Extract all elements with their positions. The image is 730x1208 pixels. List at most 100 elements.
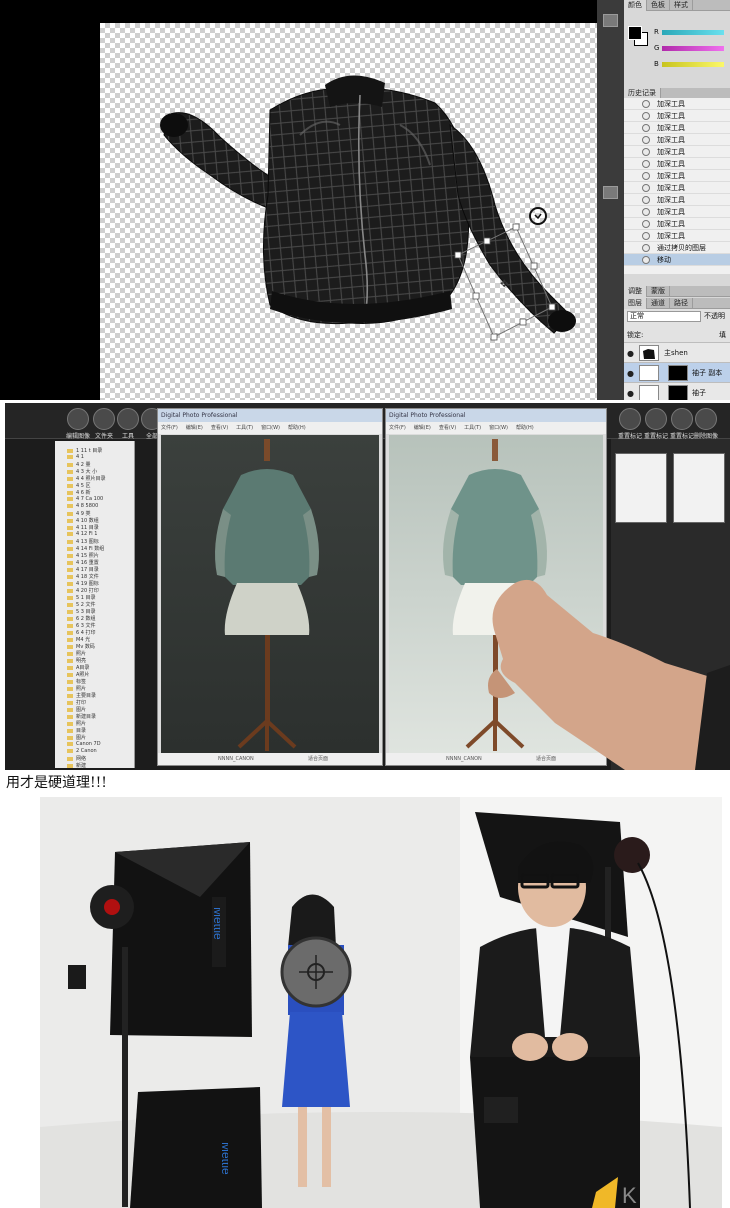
reset-mark-button[interactable] <box>671 408 693 430</box>
transform-bounding-box[interactable]: ✥ <box>450 223 560 343</box>
menu-help[interactable]: 帮助(H) <box>516 425 534 431</box>
folder-tree-item[interactable]: 4 3 大 小 <box>67 468 97 475</box>
thumbnail[interactable] <box>673 453 725 523</box>
layer-row[interactable]: ● 主shen <box>624 342 730 362</box>
menu-help[interactable]: 帮助(H) <box>288 425 306 431</box>
tab-paths[interactable]: 路径 <box>670 298 693 309</box>
folder-tree-item[interactable]: 4 14 Fi 数组 <box>67 545 104 552</box>
history-item-selected[interactable]: 移动 <box>624 254 730 266</box>
folder-tree-item[interactable]: 1 11 t 目录 <box>67 447 102 454</box>
history-item[interactable]: 加深工具 <box>624 122 730 134</box>
folder-tree-item[interactable]: 图片 <box>67 706 86 713</box>
folder-tree-item[interactable]: 新建目录 <box>67 713 96 720</box>
tab-styles[interactable]: 样式 <box>670 0 693 11</box>
visibility-eye-icon[interactable]: ● <box>627 389 634 398</box>
folder-tree-item[interactable]: 2 Canon <box>67 748 97 754</box>
g-slider[interactable] <box>662 46 724 51</box>
folder-tree-item[interactable]: 4 5 区 <box>67 482 91 489</box>
menu-edit[interactable]: 编辑(E) <box>186 425 203 431</box>
menu-view[interactable]: 查看(V) <box>439 425 456 431</box>
folder-tree-item[interactable]: 4 10 数组 <box>67 517 99 524</box>
tab-channels[interactable]: 通道 <box>647 298 670 309</box>
history-item[interactable]: 加深工具 <box>624 206 730 218</box>
delete-image-button[interactable] <box>695 408 717 430</box>
folder-tree-item[interactable]: 打印 <box>67 699 86 706</box>
menu-file[interactable]: 文件(F) <box>161 425 178 431</box>
document-window[interactable]: ✥ <box>100 0 597 400</box>
folder-tree-item[interactable]: 4 13 图标 <box>67 538 99 545</box>
folder-tree-item[interactable]: 6 4 打印 <box>67 629 96 636</box>
tab-color[interactable]: 颜色 <box>624 0 647 11</box>
folder-tree-item[interactable]: 明亮 <box>67 657 86 664</box>
folder-tree-item[interactable]: 5 1 目录 <box>67 594 96 601</box>
visibility-eye-icon[interactable]: ● <box>627 349 634 358</box>
folder-tree-item[interactable]: 6 3 文件 <box>67 622 96 629</box>
menu-tools[interactable]: 工具(T) <box>236 425 253 431</box>
folder-tree-item[interactable]: 目录 <box>67 727 86 734</box>
history-item[interactable]: 加深工具 <box>624 110 730 122</box>
folder-tree-item[interactable]: M4 光 <box>67 636 90 643</box>
folder-tree-item[interactable]: 照片 <box>67 685 86 692</box>
layer-row-selected[interactable]: ● 袖子 副本 <box>624 362 730 382</box>
history-item[interactable]: 通过拷贝的图层 <box>624 242 730 254</box>
blend-mode-select[interactable]: 正常 <box>627 311 701 322</box>
folder-tree-item[interactable]: Mv 数码 <box>67 643 95 650</box>
visibility-eye-icon[interactable]: ● <box>627 369 634 378</box>
folder-tree-item[interactable]: 4 18 文件 <box>67 573 99 580</box>
tab-layers[interactable]: 图层 <box>624 298 647 309</box>
folder-tree-item[interactable]: 照片 <box>67 720 86 727</box>
history-item[interactable]: 加深工具 <box>624 158 730 170</box>
tab-swatches[interactable]: 色板 <box>647 0 670 11</box>
folder-tree-item[interactable]: 4 19 图标 <box>67 580 99 587</box>
history-item[interactable]: 加深工具 <box>624 98 730 110</box>
folder-tree-item[interactable]: 5 2 文件 <box>67 601 96 608</box>
tab-adjustments[interactable]: 调整 <box>624 286 647 297</box>
menu-window[interactable]: 窗口(W) <box>489 425 508 431</box>
folder-tree-item[interactable]: 照片 <box>67 650 86 657</box>
menu-edit[interactable]: 编辑(E) <box>414 425 431 431</box>
menu-window[interactable]: 窗口(W) <box>261 425 280 431</box>
folder-tree-item[interactable]: 网络 <box>67 755 86 762</box>
menu-tools[interactable]: 工具(T) <box>464 425 481 431</box>
folder-tree-item[interactable]: 4 16 重置 <box>67 559 99 566</box>
tools-button[interactable] <box>117 408 139 430</box>
transparent-canvas[interactable]: ✥ <box>100 23 597 400</box>
folder-tree-item[interactable]: 4 9 类 <box>67 510 91 517</box>
folder-tree-item[interactable]: 4 20 打印 <box>67 587 99 594</box>
folder-tree-item[interactable]: 4 7 Ca 100 <box>67 496 103 502</box>
folder-tree-item[interactable]: 5 3 目录 <box>67 608 96 615</box>
folder-tree-item[interactable]: 标签 <box>67 678 86 685</box>
folder-tree-item[interactable]: 4 6 新 <box>67 489 91 496</box>
b-slider[interactable] <box>662 62 724 67</box>
history-item[interactable]: 加深工具 <box>624 182 730 194</box>
folder-tree-item[interactable]: 4 11 目录 <box>67 524 99 531</box>
history-item[interactable]: 加深工具 <box>624 170 730 182</box>
history-item[interactable]: 加深工具 <box>624 134 730 146</box>
folder-button[interactable] <box>93 408 115 430</box>
r-slider[interactable] <box>662 30 724 35</box>
reset-mark-button[interactable] <box>619 408 641 430</box>
layer-row[interactable]: ● 袖子 <box>624 382 730 400</box>
folder-tree-item[interactable]: A照片 <box>67 671 89 678</box>
folder-tree-item[interactable]: 4 17 目录 <box>67 566 99 573</box>
foreground-color-swatch[interactable] <box>628 26 642 40</box>
reset-mark-button[interactable] <box>645 408 667 430</box>
dpp-window-original[interactable]: Digital Photo Professional 文件(F) 编辑(E) 查看(… <box>157 408 383 766</box>
history-item[interactable]: 加深工具 <box>624 218 730 230</box>
folder-tree-item[interactable]: 4 4 照片目录 <box>67 475 106 482</box>
history-item[interactable]: 加深工具 <box>624 230 730 242</box>
folder-tree-item[interactable]: 主要目录 <box>67 692 96 699</box>
layer-mask-thumbnail[interactable] <box>668 385 688 400</box>
tab-masks[interactable]: 蒙版 <box>647 286 670 297</box>
folder-tree-item[interactable]: Canon 7D <box>67 741 101 747</box>
folder-tree-item[interactable]: 4 1 <box>67 454 84 460</box>
folder-tree-item[interactable]: 4 8 5800 <box>67 503 98 509</box>
folder-tree-item[interactable]: 6 2 数组 <box>67 615 96 622</box>
menu-view[interactable]: 查看(V) <box>211 425 228 431</box>
folder-tree-item[interactable]: 4 15 照片 <box>67 552 99 559</box>
folder-tree-item[interactable]: 图片 <box>67 734 86 741</box>
history-panel-icon[interactable] <box>603 186 618 199</box>
history-item[interactable]: 加深工具 <box>624 146 730 158</box>
folder-tree-item[interactable]: 4 2 量 <box>67 461 91 468</box>
menu-file[interactable]: 文件(F) <box>389 425 406 431</box>
